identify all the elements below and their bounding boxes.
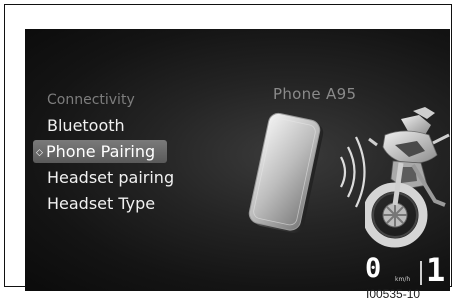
- menu-header: Connectivity: [47, 92, 135, 108]
- menu-item-headset-type[interactable]: Headset Type: [46, 192, 216, 215]
- menu-item-headset-pairing[interactable]: Headset pairing: [46, 166, 216, 189]
- menu-item-label: Headset Type: [47, 194, 156, 213]
- speed-gear-cluster: 0 km/h 1: [365, 251, 447, 289]
- dashboard-screen: Connectivity Bluetooth ◇ Phone Pairing He…: [25, 29, 450, 291]
- selection-arrow-icon: ◇: [36, 148, 43, 158]
- motorcycle-illustration: [365, 107, 450, 248]
- figure-id-label: I00535-10: [366, 287, 421, 301]
- connectivity-menu: Connectivity Bluetooth ◇ Phone Pairing He…: [33, 89, 216, 215]
- paired-device-name: Phone A95: [273, 85, 357, 103]
- menu-item-label: Bluetooth: [47, 116, 125, 135]
- gear-indicator: 1: [426, 251, 446, 289]
- cluster-divider: [420, 261, 422, 285]
- speed-value: 0: [365, 253, 382, 284]
- menu-item-bluetooth[interactable]: Bluetooth: [46, 114, 216, 137]
- smartphone-icon: [248, 112, 324, 233]
- menu-item-phone-pairing[interactable]: ◇ Phone Pairing: [33, 140, 167, 163]
- menu-item-label: Phone Pairing: [46, 142, 156, 161]
- menu-item-label: Headset pairing: [47, 168, 175, 187]
- display-frame: Connectivity Bluetooth ◇ Phone Pairing He…: [4, 4, 452, 291]
- speed-unit: km/h: [395, 276, 411, 283]
